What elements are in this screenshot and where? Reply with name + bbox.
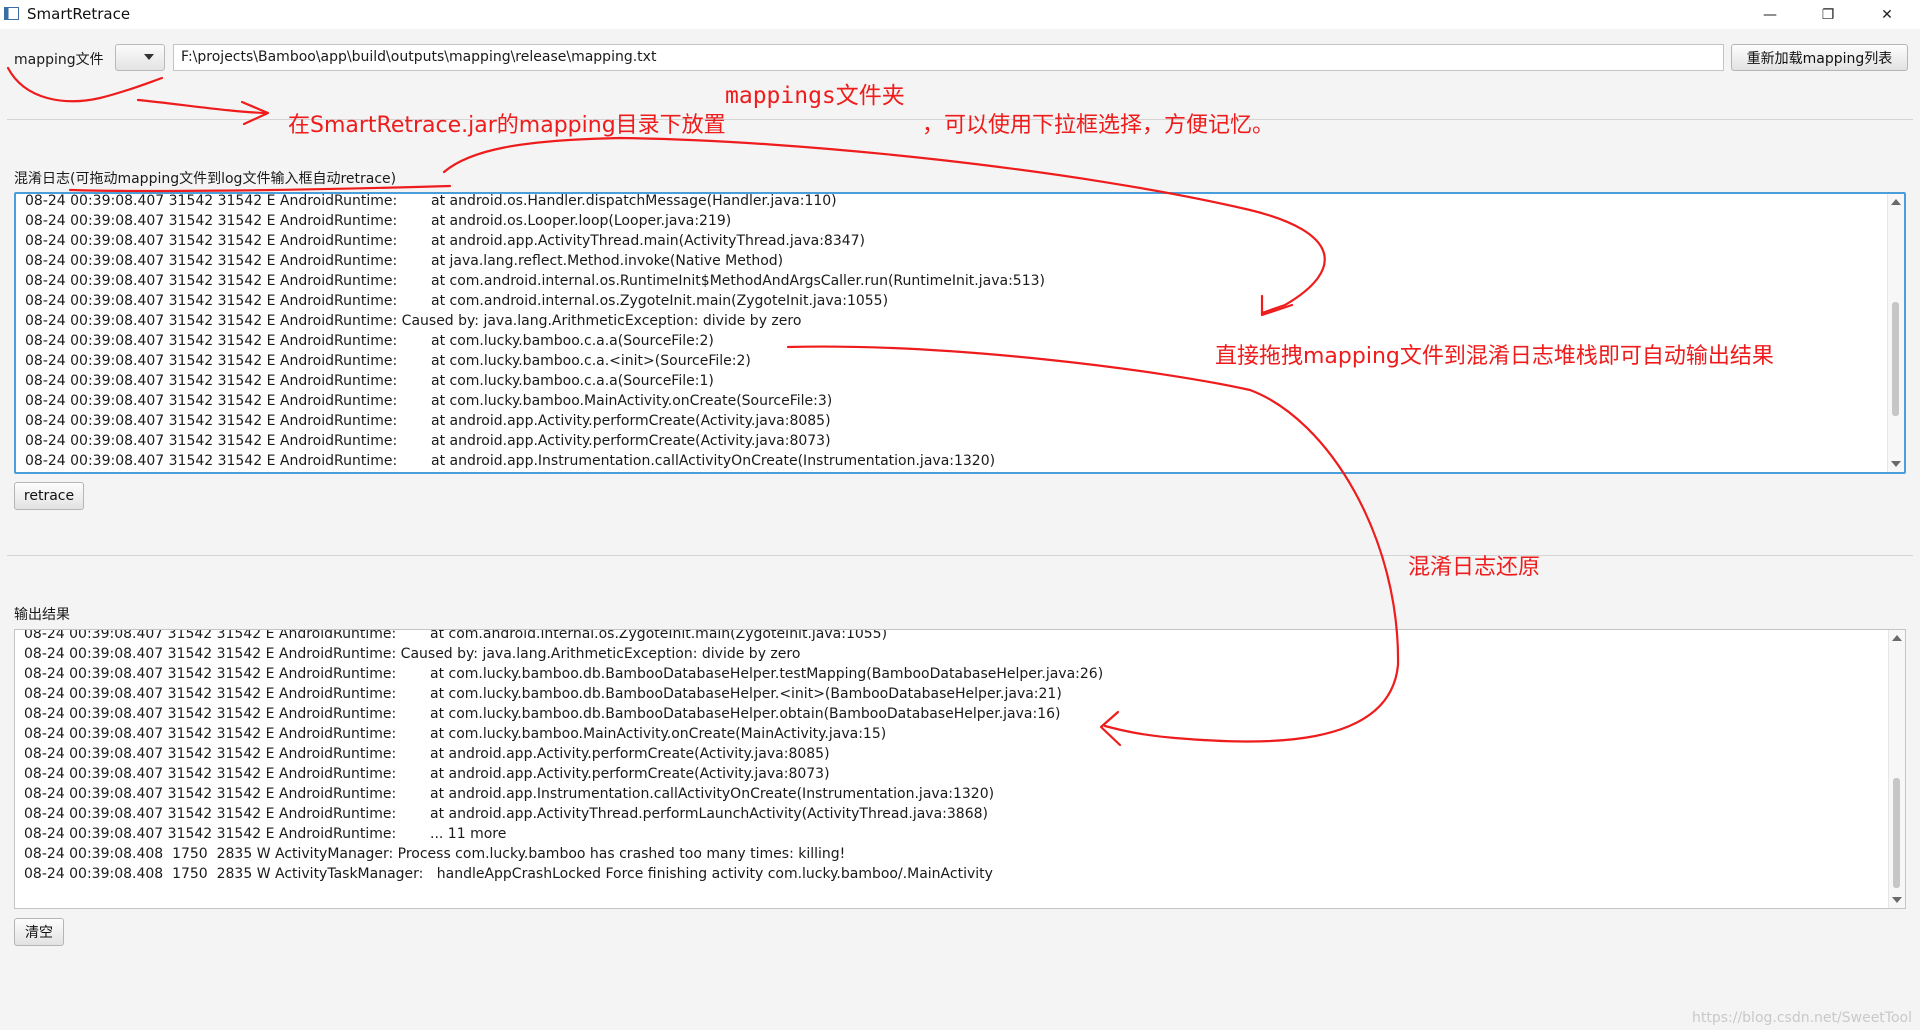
watermark: https://blog.csdn.net/SweetTool [1691, 1010, 1912, 1026]
restore-hint-annotation: 混淆日志还原 [1408, 555, 1541, 580]
place-hint-end: ，可以使用下拉框选择，方便记忆。 [922, 113, 1275, 138]
restore-arrow [786, 345, 1400, 743]
drag-hint-annotation: 直接拖拽mapping文件到混淆日志堆栈即可自动输出结果 [1215, 344, 1774, 369]
drag-arrow [442, 136, 1326, 315]
label-underline [68, 184, 452, 193]
underline-mapping-arrow [6, 66, 164, 103]
hint-arrow [136, 98, 268, 115]
mappings-folder-annotation: mappings文件夹 [725, 83, 905, 109]
annotation-arrows [6, 66, 1400, 747]
place-hint-start: 在SmartRetrace.jar的mapping目录下放置 [288, 113, 726, 138]
